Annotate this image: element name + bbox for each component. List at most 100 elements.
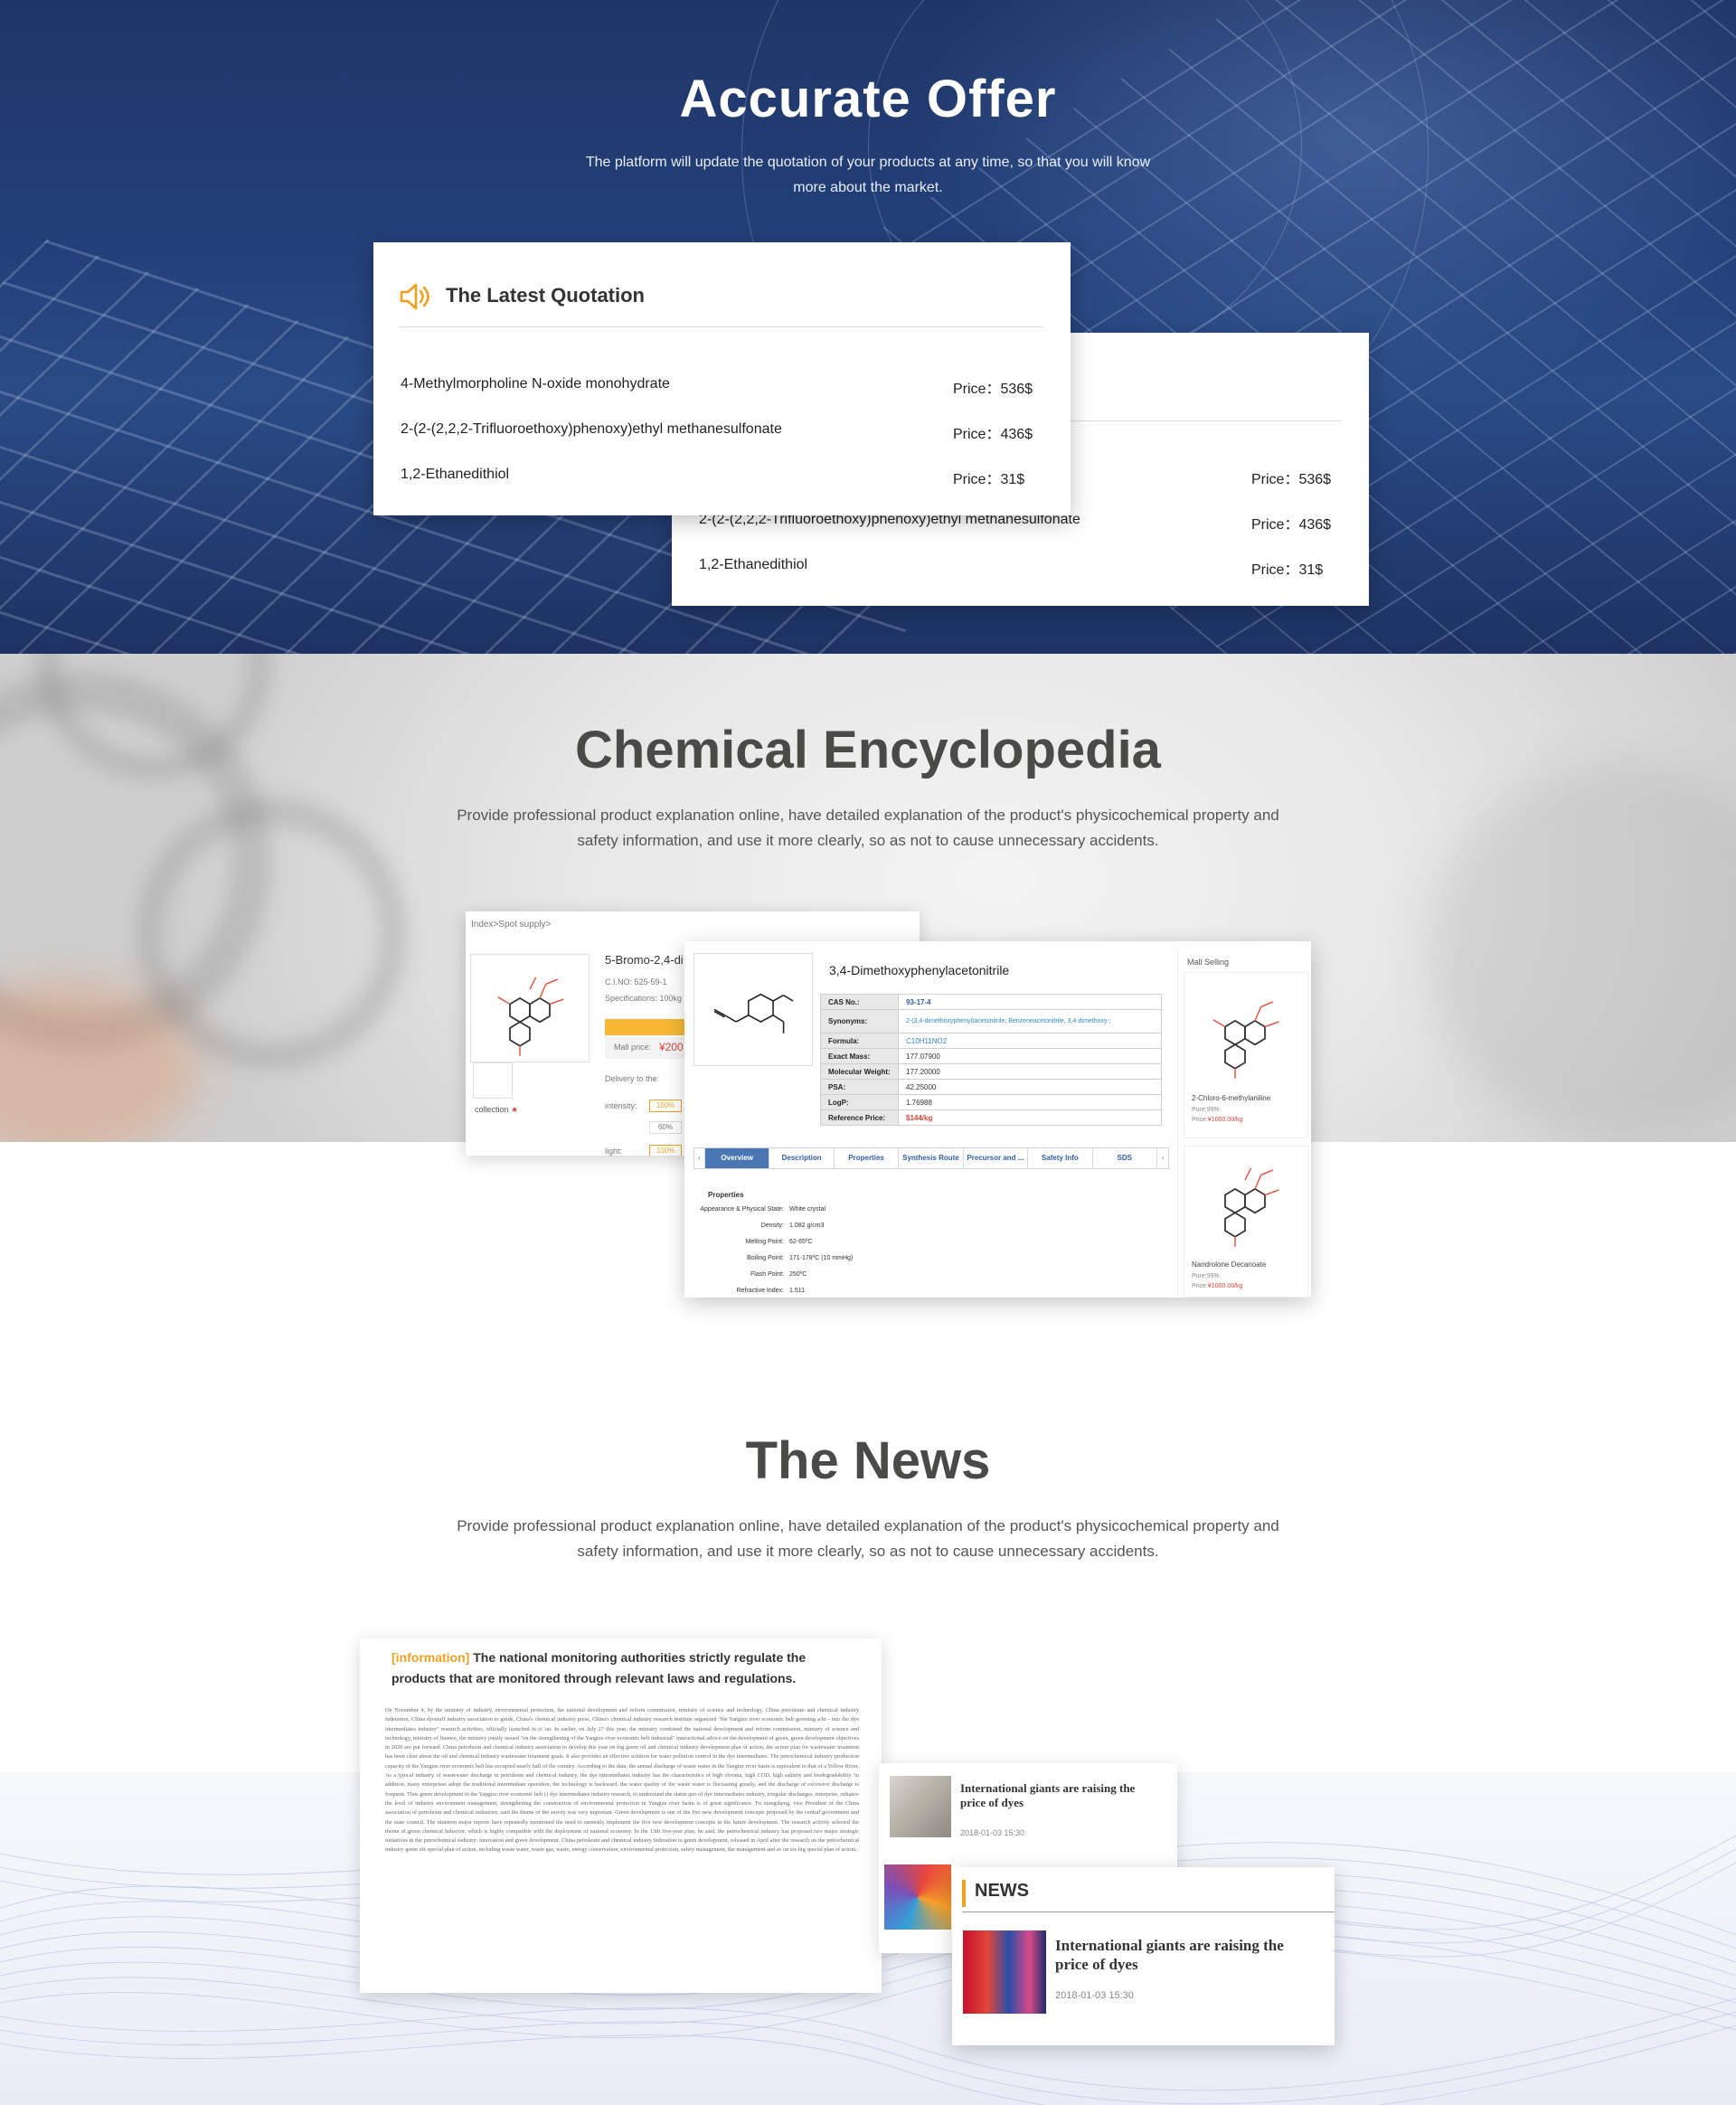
quote-row[interactable]: 2-(2-(2,2,2-Trifluoroethoxy)phenoxy)ethy… bbox=[699, 512, 1342, 557]
card-header: The Latest Quotation bbox=[399, 278, 1043, 327]
property-value: 42.25000 bbox=[898, 1079, 1162, 1095]
encyclopedia-title: Chemical Encyclopedia bbox=[575, 721, 1161, 779]
quote-row[interactable]: 2-(2-(2,2,2-Trifluoroethoxy)phenoxy)ethy… bbox=[401, 421, 1043, 467]
property-value: 177.07900 bbox=[898, 1048, 1162, 1064]
structure-image-frame bbox=[693, 953, 813, 1066]
cas-number: C.I.NO: 525-59-1 bbox=[605, 977, 667, 986]
property-value[interactable]: 93-17-4 bbox=[898, 994, 1162, 1010]
speaker-icon bbox=[400, 283, 429, 310]
detail-tabs: ‹ Overview Description Properties Synthe… bbox=[693, 1147, 1169, 1169]
price-label: Price: bbox=[1192, 1117, 1208, 1123]
tab-safety-info[interactable]: Safety Info bbox=[1028, 1148, 1093, 1168]
mall-item[interactable]: Nandrolone Decanoate Pure:99% Price:¥100… bbox=[1184, 1146, 1308, 1298]
news-subtitle: Provide professional product explanation… bbox=[457, 1517, 1279, 1560]
quote-name[interactable]: 4-Methylmorpholine N-oxide monohydrate bbox=[401, 376, 670, 392]
price-value: ¥1000.00/kg bbox=[1207, 1117, 1243, 1123]
article-body: On November 4, by the ministry of indust… bbox=[385, 1707, 859, 1854]
tab-sds[interactable]: SDS bbox=[1093, 1148, 1157, 1168]
breadcrumb[interactable]: Index>Spot supply> bbox=[471, 920, 551, 930]
property-row: PSA: 42.25000 bbox=[820, 1079, 1162, 1095]
property-row: Exact Mass: 177.07900 bbox=[820, 1048, 1162, 1064]
property-key: Exact Mass: bbox=[820, 1048, 899, 1064]
product-image-frame bbox=[470, 954, 590, 1062]
encyclopedia-subtitle: Provide professional product explanation… bbox=[457, 807, 1279, 849]
offer-title: Accurate Offer bbox=[679, 70, 1057, 128]
collection-link[interactable]: collection ★ bbox=[475, 1105, 518, 1115]
price-value: ¥1000.00/kg bbox=[1207, 1283, 1243, 1289]
tab-next-arrow[interactable]: › bbox=[1157, 1148, 1168, 1168]
news-article[interactable]: [information] The national monitoring au… bbox=[360, 1638, 882, 1993]
property-value: $144/kg bbox=[898, 1109, 1162, 1126]
property-line: 1.082 g/cm3 bbox=[789, 1222, 825, 1233]
news-item[interactable]: International giants are raising the pri… bbox=[884, 1776, 1174, 1841]
property-line: 62-65ºC bbox=[789, 1239, 813, 1250]
quote-name[interactable]: 1,2-Ethanedithiol bbox=[401, 467, 509, 483]
property-line: Melting Point: bbox=[684, 1239, 784, 1250]
property-row: CAS No.: 93-17-4 bbox=[820, 994, 1162, 1010]
intensity-value[interactable]: 100% bbox=[649, 1100, 682, 1112]
quote-name[interactable]: 2-(2-(2,2,2-Trifluoroethoxy)phenoxy)ethy… bbox=[401, 421, 782, 438]
quote-price: Price：436$ bbox=[953, 427, 1033, 442]
mall-item-name[interactable]: Nandrolone Decanoate bbox=[1192, 1260, 1266, 1269]
property-line: 1.511 bbox=[789, 1288, 805, 1298]
quote-price: Price：31$ bbox=[953, 472, 1025, 487]
news-item-title[interactable]: International giants are raising the pri… bbox=[1055, 1936, 1317, 1974]
property-key: Reference Price: bbox=[820, 1109, 899, 1126]
properties-heading: Properties bbox=[708, 1191, 744, 1199]
property-value[interactable]: C10H11NO2 bbox=[898, 1033, 1162, 1049]
news-thumbnail bbox=[884, 1864, 951, 1930]
news-title: The News bbox=[745, 1431, 991, 1490]
property-value: 177.20000 bbox=[898, 1063, 1162, 1080]
tab-description[interactable]: Description bbox=[769, 1148, 835, 1168]
property-line: 250ºC bbox=[789, 1271, 807, 1282]
property-line: White crystal bbox=[789, 1206, 826, 1217]
tab-synthesis-route[interactable]: Synthesis Route bbox=[899, 1148, 964, 1168]
divider bbox=[962, 1911, 1335, 1912]
property-value: 1.511 bbox=[789, 1288, 805, 1294]
property-value: 171-178ºC (10 mmHg) bbox=[789, 1255, 854, 1261]
property-value: 250ºC bbox=[789, 1271, 807, 1278]
article-headline[interactable]: [information] The national monitoring au… bbox=[392, 1647, 853, 1689]
tab-properties[interactable]: Properties bbox=[835, 1148, 900, 1168]
property-row: Reference Price: $144/kg bbox=[820, 1109, 1162, 1126]
property-row: Formula: C10H11NO2 bbox=[820, 1033, 1162, 1049]
mall-item-name[interactable]: 2-Chloro-6-methylaniline bbox=[1192, 1094, 1270, 1102]
news-heading: NEWS bbox=[975, 1881, 1029, 1901]
mall-item-purity: Pure:99% bbox=[1192, 1107, 1220, 1113]
thumbnail[interactable] bbox=[473, 1062, 513, 1099]
news-item-date: 2018-01-03 15:30 bbox=[1055, 1990, 1134, 2001]
product-detail-screenshot: 3,4-Dimethoxyphenylacetonitrile CAS No.:… bbox=[684, 941, 1311, 1298]
news-item-title[interactable]: International giants are raising the pri… bbox=[960, 1781, 1141, 1810]
mid-value[interactable]: 60% bbox=[649, 1121, 682, 1134]
quote-name[interactable]: 1,2-Ethanedithiol bbox=[699, 557, 807, 573]
intensity-label: intensity: bbox=[605, 1101, 637, 1110]
property-value[interactable]: 2-(3,4-dimethoxyphenyl)acetonitrile; Ben… bbox=[898, 1009, 1162, 1034]
mall-price: ¥200 bbox=[659, 1041, 684, 1053]
news-item[interactable]: International giants are raising the pri… bbox=[963, 1930, 1325, 2014]
article-tag: [information] bbox=[392, 1650, 470, 1665]
quotation-card-front: The Latest Quotation 4-Methylmorpholine … bbox=[373, 242, 1071, 515]
property-key: Flash Point: bbox=[750, 1271, 784, 1278]
property-key: Synonyms: bbox=[820, 1009, 899, 1034]
mall-item[interactable]: 2-Chloro-6-methylaniline Pure:99% Price:… bbox=[1184, 972, 1308, 1138]
molecule-icon bbox=[713, 993, 794, 1034]
light-value[interactable]: 100% bbox=[649, 1145, 682, 1156]
property-line: Refractive Index: bbox=[684, 1288, 784, 1298]
quote-row[interactable]: 1,2-Ethanedithiol Price：31$ bbox=[699, 557, 1342, 602]
card-title: The Latest Quotation bbox=[446, 284, 645, 307]
quote-row[interactable]: 1,2-Ethanedithiol Price：31$ bbox=[401, 467, 1043, 512]
property-key: Melting Point: bbox=[745, 1239, 784, 1245]
tab-overview[interactable]: Overview bbox=[705, 1148, 770, 1168]
tab-precursor[interactable]: Precursor and ... bbox=[964, 1148, 1029, 1168]
delivery-label: Delivery to the: bbox=[605, 1074, 660, 1083]
tab-prev-arrow[interactable]: ‹ bbox=[694, 1148, 705, 1168]
property-line: Flash Point: bbox=[684, 1271, 784, 1282]
mall-selling-sidebar: Mall Selling 2-Chloro-6-methylaniline Pu… bbox=[1177, 949, 1308, 1298]
molecule-icon bbox=[497, 977, 564, 1056]
property-row: LogP: 1.76988 bbox=[820, 1094, 1162, 1110]
property-row: Synonyms: 2-(3,4-dimethoxyphenyl)acetonit… bbox=[820, 1009, 1162, 1034]
quote-row[interactable]: 4-Methylmorpholine N-oxide monohydrate P… bbox=[401, 376, 1043, 421]
property-line: Appearance & Physical State: bbox=[684, 1206, 784, 1217]
price-label: Price: bbox=[1192, 1283, 1208, 1289]
offer-subtitle: The platform will update the quotation o… bbox=[585, 155, 1151, 195]
